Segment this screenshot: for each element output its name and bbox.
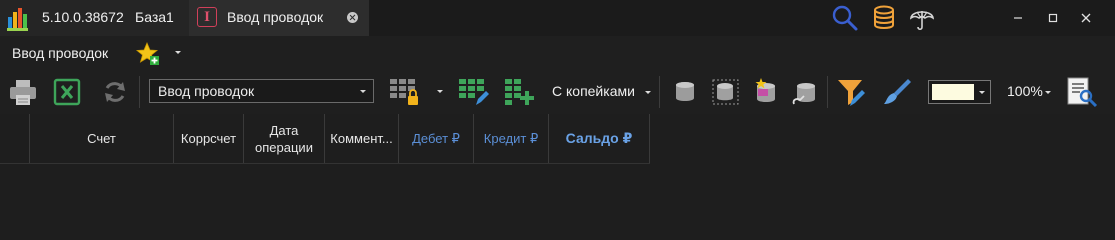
column-header-account[interactable]: Счет [30,114,174,163]
print-icon[interactable] [7,76,39,108]
excel-export-icon[interactable] [51,76,83,108]
favorite-star-icon[interactable] [135,41,161,67]
umbrella-icon[interactable] [908,4,936,32]
database-star-icon[interactable] [750,76,782,108]
column-header-comment[interactable]: Коммент... [325,114,399,163]
favorite-dropdown-icon[interactable] [175,51,181,54]
zoom-dropdown[interactable]: 100% [1007,83,1043,99]
report-type-value: Ввод проводок [158,83,255,99]
grid-header-divider [0,163,650,164]
entries-grid: Счет Коррсчет Дата операции Коммент... Д… [0,114,1115,214]
column-header-label: Дата операции [255,122,313,155]
toolbar-separator [139,76,140,108]
tab-document[interactable]: I Ввод проводок [189,0,369,36]
column-header-operation-date[interactable]: Дата операции [244,114,325,163]
toolbar: Ввод проводок С копейками 100% [0,70,1115,114]
column-header-credit[interactable]: Кредит ₽ [474,114,549,163]
toolbar-separator [659,76,660,108]
grid-edit-icon[interactable] [457,76,489,108]
column-header-label: Коррсчет [180,131,237,146]
minimize-icon[interactable] [1005,5,1031,31]
app-version: 5.10.0.38672 [42,9,124,25]
document-header: Ввод проводок [0,36,1115,70]
column-header-debit[interactable]: Дебет ₽ [399,114,474,163]
column-header-label: Сальдо ₽ [565,130,633,146]
close-window-icon[interactable] [1073,5,1099,31]
database-name: База1 [135,9,174,25]
report-type-select[interactable]: Ввод проводок [149,79,374,103]
column-header-label: Коммент... [330,131,393,146]
filter-icon[interactable] [835,76,867,108]
page-title: Ввод проводок [12,45,109,61]
color-chevron-icon [979,91,985,94]
paint-brush-icon[interactable] [880,76,912,108]
column-header-label: Кредит ₽ [483,131,539,146]
refresh-icon[interactable] [99,76,131,108]
column-header-label: Дебет ₽ [412,131,460,146]
database-icon[interactable] [870,4,898,32]
kopeks-dropdown[interactable]: С копейками [552,83,635,99]
database-select-icon[interactable] [710,76,742,108]
title-bar: 5.10.0.38672 База1 I Ввод проводок [0,0,1115,36]
column-header-balance[interactable]: Сальдо ₽ [549,114,650,163]
database-link-icon[interactable] [790,76,822,108]
grid-add-row-icon[interactable] [503,76,535,108]
app-logo-icon [7,8,28,31]
color-picker[interactable] [928,80,991,104]
close-tab-icon[interactable] [347,12,358,23]
database-gray-icon[interactable] [670,76,702,108]
kopeks-chevron-icon[interactable] [645,91,651,94]
column-header-label: Счет [87,131,116,146]
grid-row-indicator-header[interactable] [0,114,30,163]
zoom-chevron-icon[interactable] [1045,91,1051,94]
i-document-icon: I [197,7,217,27]
search-icon[interactable] [831,4,859,32]
chevron-down-icon [360,90,366,93]
color-swatch [932,84,974,100]
report-search-icon[interactable] [1066,76,1098,108]
column-header-corr-account[interactable]: Коррсчет [174,114,244,163]
grid-lock-icon[interactable] [388,76,448,108]
maximize-icon[interactable] [1040,5,1066,31]
toolbar-separator [827,76,828,108]
app-tab[interactable]: 5.10.0.38672 База1 [0,0,189,36]
tab-document-label: Ввод проводок [227,9,324,25]
